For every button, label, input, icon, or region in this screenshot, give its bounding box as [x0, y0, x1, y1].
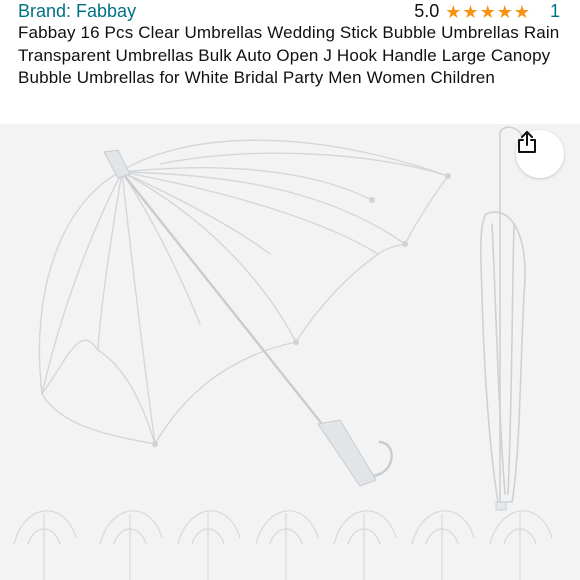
star-icon: ★	[462, 1, 479, 22]
rating-value: 5.0	[414, 1, 440, 21]
share-button[interactable]	[516, 130, 564, 178]
rating-count-link[interactable]: 1	[550, 1, 560, 22]
star-icon: ★	[496, 1, 513, 22]
product-header: Brand: Fabbay 5.0 ★ ★ ★ ★ ★ 1 Fabbay 16 …	[0, 0, 580, 124]
share-icon	[518, 131, 536, 153]
rating-stars: ★ ★ ★ ★ ★	[445, 2, 530, 22]
star-icon: ★	[513, 1, 530, 22]
rating-summary[interactable]: 5.0 ★ ★ ★ ★ ★ 1	[414, 1, 560, 22]
umbrella-illustration	[13, 126, 553, 580]
star-icon: ★	[479, 1, 496, 22]
product-title: Fabbay 16 Pcs Clear Umbrellas Wedding St…	[18, 23, 560, 87]
star-icon: ★	[445, 1, 462, 22]
brand-link[interactable]: Brand: Fabbay	[18, 1, 136, 22]
product-image[interactable]	[0, 124, 580, 580]
